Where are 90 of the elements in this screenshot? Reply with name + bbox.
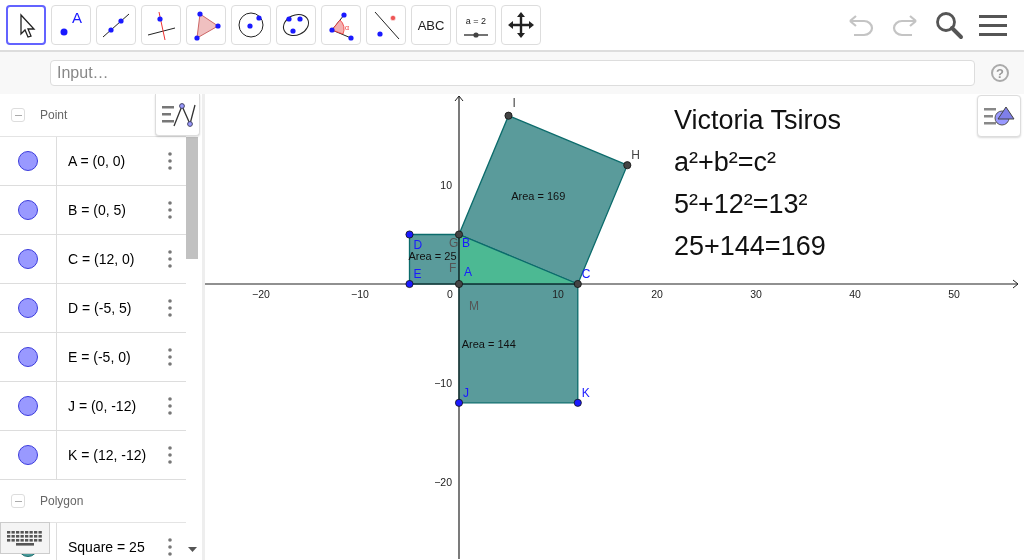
more-icon [168,446,172,464]
more-icon [168,152,172,170]
algebra-entry[interactable]: B = (0, 5) [57,186,160,234]
style-bar-button[interactable] [977,95,1021,137]
area-caption: Area = 169 [511,189,566,202]
axis-tick-label: −10 [434,377,452,389]
visibility-toggle[interactable] [18,347,38,367]
point-label: C [581,267,591,281]
slider-tool-button[interactable]: a = 2 [456,5,496,45]
axis-tick-label: −20 [434,476,452,488]
more-icon [168,348,172,366]
reflect-tool-button[interactable] [366,5,406,45]
visibility-toggle[interactable] [18,151,38,171]
text-tool-button[interactable]: ABC [411,5,451,45]
point-label: I [512,95,516,110]
point-label: E [413,267,422,281]
point-tool-button[interactable]: A [51,5,91,45]
point-marker[interactable] [405,280,414,288]
point-label: D [413,237,423,252]
circle-tool-button[interactable] [231,5,271,45]
scrollbar-thumb[interactable] [186,137,198,259]
tool-label: a = 2 [465,16,487,26]
collapse-toggle[interactable] [11,494,25,508]
point-marker[interactable] [573,280,582,288]
more-icon [168,250,172,268]
algebra-entry[interactable]: C = (12, 0) [57,235,160,283]
visibility-toggle[interactable] [18,298,38,318]
axis-tick-label: −10 [351,288,369,300]
area-caption: Area = 144 [461,338,516,351]
point-label: K [581,385,590,400]
point-label: B [462,235,470,250]
object-label: G [449,236,459,250]
axis-tick-label: 30 [750,288,762,300]
collapse-toggle[interactable] [11,108,25,122]
axis-tick-label: 20 [651,288,663,300]
polygon-tool-button[interactable] [186,5,226,45]
axis-tick-label: −20 [252,288,270,300]
move-tool-button[interactable] [6,5,46,45]
tool-label: A [72,9,82,26]
axis-tick-label: 50 [948,288,960,300]
point-marker[interactable] [623,161,632,170]
conic-tool-button[interactable] [276,5,316,45]
equation-text: 25+144=169 [674,231,826,261]
point-marker[interactable] [504,111,513,120]
algebra-entry[interactable]: Square = 25 [57,523,160,560]
menu-icon [979,13,1007,37]
point-label: J [463,385,469,400]
point-marker[interactable] [455,230,463,239]
equation-text: 5²+12²=13² [674,189,808,219]
object-label: F [449,261,457,275]
group-title: Point [40,108,68,122]
perpendicular-tool-button[interactable] [141,5,181,45]
algebra-entry[interactable]: D = (-5, 5) [57,284,160,332]
point-marker[interactable] [455,280,463,288]
point-marker[interactable] [405,230,414,239]
equation-text: a²+b²=c² [674,147,777,177]
axis-tick-label: 0 [447,288,453,300]
circle-icon [235,9,267,41]
object-label: M [469,299,479,313]
algebra-entry[interactable]: J = (0, -12) [57,382,160,430]
tool-label: ABC [417,18,445,33]
visibility-toggle[interactable] [18,396,38,416]
visibility-toggle[interactable] [18,200,38,220]
search-icon [934,10,964,40]
axis-tick-label: 40 [849,288,861,300]
point-label: H [631,148,640,163]
axis-tick-label: 10 [440,179,452,191]
visibility-toggle[interactable] [18,249,38,269]
keyboard-button[interactable] [0,522,50,554]
point-marker[interactable] [573,398,582,407]
algebra-entry[interactable]: K = (12, -12) [57,431,160,479]
more-icon [168,397,172,415]
line-tool-button[interactable] [96,5,136,45]
point-label: A [464,265,472,279]
pan-tool-button[interactable] [501,5,541,45]
more-icon [168,538,172,556]
scroll-down-icon [188,547,197,552]
visibility-toggle[interactable] [18,445,38,465]
more-icon [168,201,172,219]
keyboard-icon [7,530,43,546]
group-title: Polygon [40,494,84,508]
author-name: Victoria Tsiros [674,105,842,135]
algebra-entry[interactable]: A = (0, 0) [57,137,160,185]
algebra-entry[interactable]: E = (-5, 0) [57,333,160,381]
axis-tick-label: 10 [552,288,564,300]
more-icon [168,299,172,317]
perpendicular-line-icon [145,9,177,41]
point-marker[interactable] [455,398,463,407]
graphics-view-button[interactable] [155,94,200,136]
input-field[interactable]: Input… [50,60,975,86]
